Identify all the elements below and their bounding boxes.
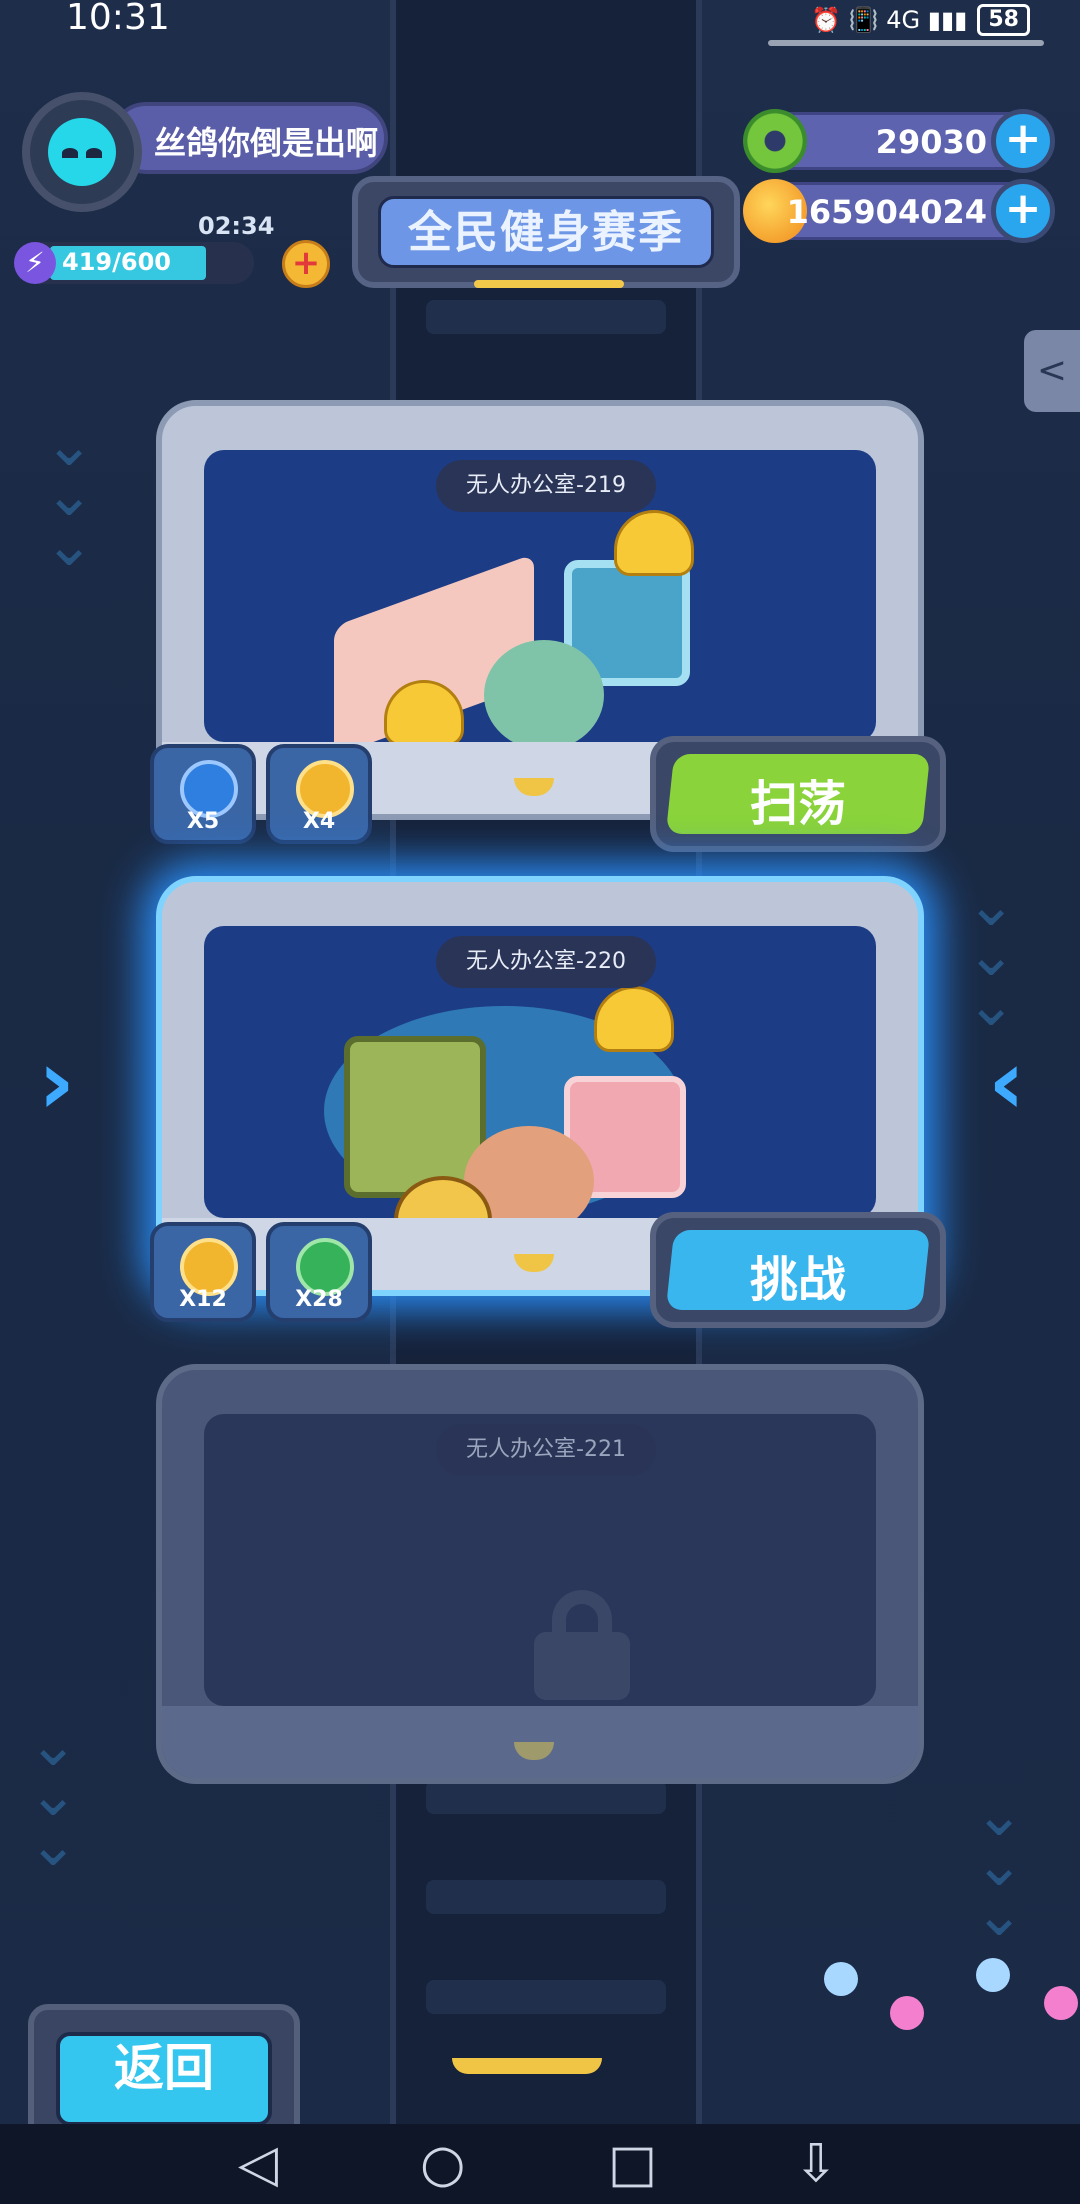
reward-slot: X12 xyxy=(150,1222,256,1322)
share-icon[interactable]: < xyxy=(1024,330,1080,412)
season-banner[interactable]: 全民健身赛季 xyxy=(352,176,740,288)
donut-icon xyxy=(743,109,807,173)
player-nameplate[interactable]: 丝鸽你倒是出啊 xyxy=(110,102,388,174)
rock-illustration xyxy=(484,640,604,750)
reward-slot: X28 xyxy=(266,1222,372,1322)
add-energy-button[interactable]: + xyxy=(282,240,330,288)
coin-currency: 165904024 + xyxy=(743,179,1055,243)
level-label: 无人办公室-220 xyxy=(436,936,656,988)
add-donut-button[interactable]: + xyxy=(991,109,1055,173)
challenge-label: 挑战 xyxy=(749,1252,846,1308)
arrow-left-icon: ‹ xyxy=(988,1030,1026,1135)
decor-light xyxy=(1044,1986,1078,2020)
decor-light xyxy=(890,1996,924,2030)
level-label: 无人办公室-221 xyxy=(436,1424,656,1476)
home-indicator xyxy=(768,40,1044,46)
lightning-icon: ⚡ xyxy=(14,242,56,284)
add-coin-button[interactable]: + xyxy=(991,179,1055,243)
cat-face-icon xyxy=(48,118,116,186)
status-icons: ⏰ 📳 4G ▮▮▮ 58 xyxy=(811,4,1030,36)
level-card-221: 无人办公室-221 xyxy=(156,1364,924,1784)
season-title: 全民健身赛季 xyxy=(408,207,684,258)
level-label: 无人办公室-219 xyxy=(436,460,656,512)
arrow-right-icon: › xyxy=(38,1030,76,1135)
decor-light xyxy=(824,1962,858,1996)
reward-count: X4 xyxy=(302,809,336,834)
cheese-blob-icon xyxy=(594,986,674,1052)
player-name: 丝鸽你倒是出啊 xyxy=(154,124,379,162)
chevron-down-icon: ⌄ ⌄ ⌄ xyxy=(966,870,1017,1040)
energy-value: 419/600 xyxy=(62,248,171,276)
energy-bar: ⚡ 419/600 xyxy=(14,242,254,284)
sweep-button[interactable]: 扫荡 xyxy=(650,736,946,852)
nav-menu-icon[interactable]: ⇩ xyxy=(794,2134,838,2194)
floor-marker xyxy=(452,2058,602,2074)
chevron-down-icon: ⌄ ⌄ ⌄ xyxy=(28,1710,79,1880)
battery-icon: 58 xyxy=(977,4,1030,36)
nav-home-icon[interactable]: ○ xyxy=(420,2134,465,2194)
lock-icon xyxy=(534,1590,630,1700)
donut-amount: 29030 xyxy=(875,123,987,161)
chevron-down-icon: ⌄ ⌄ ⌄ xyxy=(974,1780,1025,1950)
challenge-button[interactable]: 挑战 xyxy=(650,1212,946,1328)
reward-count: X28 xyxy=(295,1287,343,1312)
sweep-label: 扫荡 xyxy=(749,776,846,832)
nav-back-icon[interactable]: ◁ xyxy=(238,2134,278,2194)
chevron-down-icon: ⌄ ⌄ ⌄ xyxy=(44,410,95,580)
donut-currency: 29030 + xyxy=(743,109,1055,173)
nav-recents-icon[interactable]: □ xyxy=(608,2134,657,2194)
cheese-blob-icon xyxy=(614,510,694,576)
status-signal-icons: ⏰ 📳 4G ▮▮▮ xyxy=(811,6,968,34)
reward-slot: X4 xyxy=(266,744,372,844)
status-time: 10:31 xyxy=(66,0,170,38)
decor-light xyxy=(976,1958,1010,1992)
reward-count: X12 xyxy=(179,1287,227,1312)
back-label: 返回 xyxy=(114,2039,214,2097)
reward-slot: X5 xyxy=(150,744,256,844)
avatar[interactable] xyxy=(22,92,142,212)
energy-timer: 02:34 xyxy=(198,212,275,240)
system-nav-bar: ◁ ○ □ ⇩ xyxy=(0,2124,1080,2204)
status-bar: 10:31 ⏰ 📳 4G ▮▮▮ 58 xyxy=(0,0,1080,40)
reward-count: X5 xyxy=(186,809,220,834)
coin-amount: 165904024 xyxy=(786,193,987,231)
